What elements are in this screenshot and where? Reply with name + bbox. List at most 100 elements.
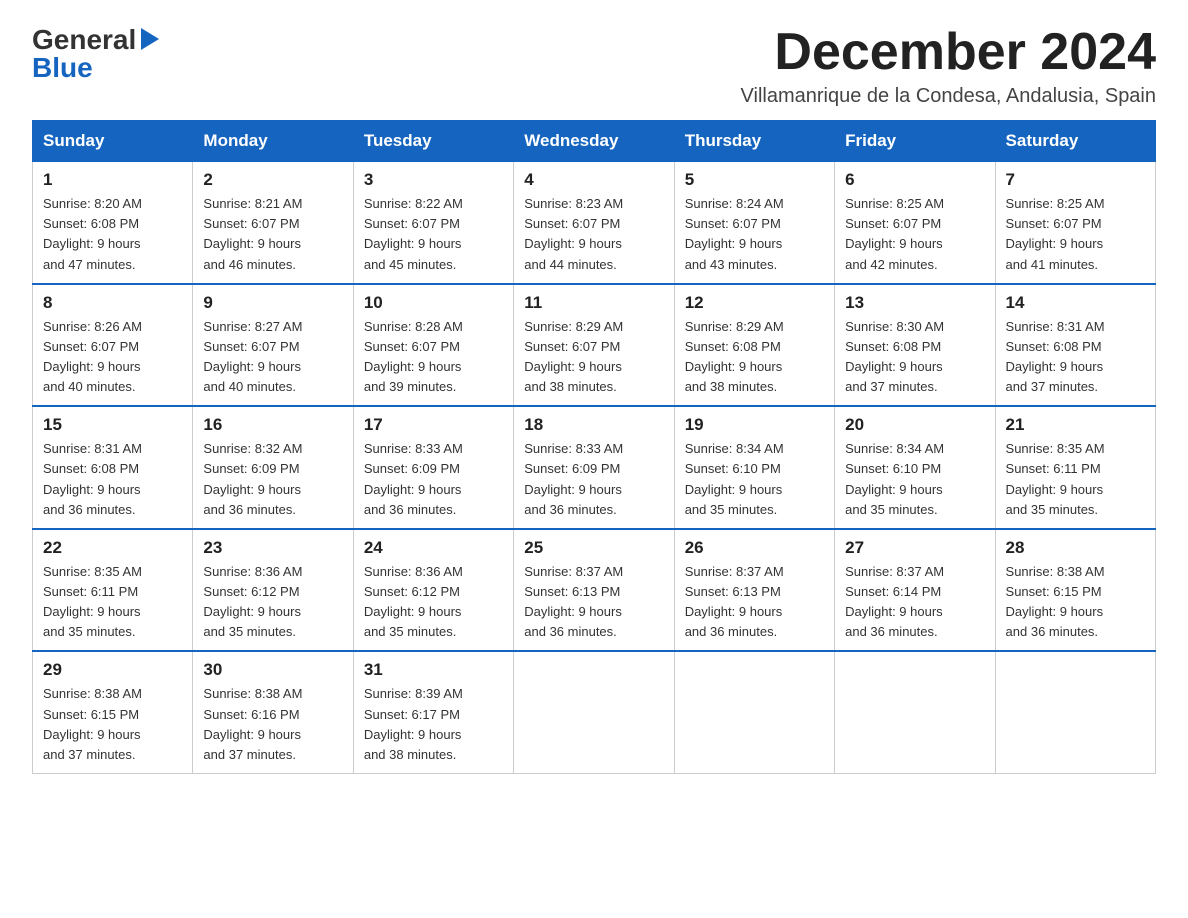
day-number: 29 (43, 660, 182, 680)
day-info: Sunrise: 8:22 AMSunset: 6:07 PMDaylight:… (364, 194, 503, 275)
day-number: 11 (524, 293, 663, 313)
day-info: Sunrise: 8:29 AMSunset: 6:08 PMDaylight:… (685, 317, 824, 398)
calendar-day-cell (514, 651, 674, 773)
day-info: Sunrise: 8:38 AMSunset: 6:15 PMDaylight:… (1006, 562, 1145, 643)
day-info: Sunrise: 8:21 AMSunset: 6:07 PMDaylight:… (203, 194, 342, 275)
day-info: Sunrise: 8:38 AMSunset: 6:15 PMDaylight:… (43, 684, 182, 765)
day-number: 30 (203, 660, 342, 680)
col-tuesday: Tuesday (353, 121, 513, 162)
day-number: 15 (43, 415, 182, 435)
day-number: 1 (43, 170, 182, 190)
calendar-day-cell: 2 Sunrise: 8:21 AMSunset: 6:07 PMDaylight… (193, 162, 353, 284)
calendar-week-row: 15Sunrise: 8:31 AMSunset: 6:08 PMDayligh… (33, 406, 1156, 529)
day-number: 2 (203, 170, 342, 190)
col-thursday: Thursday (674, 121, 834, 162)
calendar-day-cell: 29 Sunrise: 8:38 AMSunset: 6:15 PMDayligh… (33, 651, 193, 773)
calendar-day-cell: 18 Sunrise: 8:33 AMSunset: 6:09 PMDayligh… (514, 406, 674, 529)
day-number: 7 (1006, 170, 1145, 190)
calendar-day-cell: 5 Sunrise: 8:24 AMSunset: 6:07 PMDaylight… (674, 162, 834, 284)
calendar-table: Sunday Monday Tuesday Wednesday Thursday… (32, 120, 1156, 774)
calendar-day-cell (835, 651, 995, 773)
calendar-day-cell (674, 651, 834, 773)
calendar-week-row: 22 Sunrise: 8:35 AMSunset: 6:11 PMDayligh… (33, 529, 1156, 652)
day-info: Sunrise: 8:35 AMSunset: 6:11 PMDaylight:… (1006, 439, 1145, 520)
day-number: 4 (524, 170, 663, 190)
calendar-day-cell: 17Sunrise: 8:33 AMSunset: 6:09 PMDayligh… (353, 406, 513, 529)
day-info: Sunrise: 8:37 AMSunset: 6:13 PMDaylight:… (524, 562, 663, 643)
calendar-week-row: 1 Sunrise: 8:20 AMSunset: 6:08 PMDaylight… (33, 162, 1156, 284)
day-number: 14 (1006, 293, 1145, 313)
calendar-day-cell: 30 Sunrise: 8:38 AMSunset: 6:16 PMDayligh… (193, 651, 353, 773)
day-number: 25 (524, 538, 663, 558)
logo-arrow-icon (138, 28, 159, 52)
day-info: Sunrise: 8:37 AMSunset: 6:13 PMDaylight:… (685, 562, 824, 643)
day-info: Sunrise: 8:36 AMSunset: 6:12 PMDaylight:… (203, 562, 342, 643)
day-number: 5 (685, 170, 824, 190)
calendar-day-cell: 21 Sunrise: 8:35 AMSunset: 6:11 PMDayligh… (995, 406, 1155, 529)
calendar-day-cell: 3 Sunrise: 8:22 AMSunset: 6:07 PMDaylight… (353, 162, 513, 284)
day-info: Sunrise: 8:25 AMSunset: 6:07 PMDaylight:… (845, 194, 984, 275)
day-info: Sunrise: 8:34 AMSunset: 6:10 PMDaylight:… (685, 439, 824, 520)
day-number: 27 (845, 538, 984, 558)
day-number: 22 (43, 538, 182, 558)
day-info: Sunrise: 8:26 AMSunset: 6:07 PMDaylight:… (43, 317, 182, 398)
calendar-day-cell: 31Sunrise: 8:39 AMSunset: 6:17 PMDayligh… (353, 651, 513, 773)
day-info: Sunrise: 8:37 AMSunset: 6:14 PMDaylight:… (845, 562, 984, 643)
calendar-day-cell: 23 Sunrise: 8:36 AMSunset: 6:12 PMDayligh… (193, 529, 353, 652)
calendar-day-cell: 24 Sunrise: 8:36 AMSunset: 6:12 PMDayligh… (353, 529, 513, 652)
page-header: General Blue December 2024 Villamanrique… (32, 24, 1156, 108)
month-title: December 2024 (741, 24, 1156, 81)
day-number: 21 (1006, 415, 1145, 435)
calendar-day-cell: 7Sunrise: 8:25 AMSunset: 6:07 PMDaylight… (995, 162, 1155, 284)
calendar-day-cell: 26 Sunrise: 8:37 AMSunset: 6:13 PMDayligh… (674, 529, 834, 652)
day-number: 23 (203, 538, 342, 558)
day-number: 13 (845, 293, 984, 313)
day-info: Sunrise: 8:32 AMSunset: 6:09 PMDaylight:… (203, 439, 342, 520)
calendar-day-cell: 4 Sunrise: 8:23 AMSunset: 6:07 PMDaylight… (514, 162, 674, 284)
calendar-week-row: 29 Sunrise: 8:38 AMSunset: 6:15 PMDayligh… (33, 651, 1156, 773)
day-info: Sunrise: 8:33 AMSunset: 6:09 PMDaylight:… (364, 439, 503, 520)
day-info: Sunrise: 8:20 AMSunset: 6:08 PMDaylight:… (43, 194, 182, 275)
calendar-day-cell: 27 Sunrise: 8:37 AMSunset: 6:14 PMDayligh… (835, 529, 995, 652)
calendar-day-cell: 14 Sunrise: 8:31 AMSunset: 6:08 PMDayligh… (995, 284, 1155, 407)
day-info: Sunrise: 8:35 AMSunset: 6:11 PMDaylight:… (43, 562, 182, 643)
calendar-week-row: 8 Sunrise: 8:26 AMSunset: 6:07 PMDaylight… (33, 284, 1156, 407)
calendar-day-cell: 16 Sunrise: 8:32 AMSunset: 6:09 PMDayligh… (193, 406, 353, 529)
day-info: Sunrise: 8:31 AMSunset: 6:08 PMDaylight:… (1006, 317, 1145, 398)
day-info: Sunrise: 8:24 AMSunset: 6:07 PMDaylight:… (685, 194, 824, 275)
day-info: Sunrise: 8:27 AMSunset: 6:07 PMDaylight:… (203, 317, 342, 398)
day-info: Sunrise: 8:38 AMSunset: 6:16 PMDaylight:… (203, 684, 342, 765)
calendar-day-cell: 25 Sunrise: 8:37 AMSunset: 6:13 PMDayligh… (514, 529, 674, 652)
day-number: 26 (685, 538, 824, 558)
day-number: 16 (203, 415, 342, 435)
day-info: Sunrise: 8:33 AMSunset: 6:09 PMDaylight:… (524, 439, 663, 520)
day-number: 28 (1006, 538, 1145, 558)
day-number: 20 (845, 415, 984, 435)
day-number: 9 (203, 293, 342, 313)
day-number: 24 (364, 538, 503, 558)
day-info: Sunrise: 8:23 AMSunset: 6:07 PMDaylight:… (524, 194, 663, 275)
day-info: Sunrise: 8:29 AMSunset: 6:07 PMDaylight:… (524, 317, 663, 398)
title-area: December 2024 Villamanrique de la Condes… (741, 24, 1156, 108)
day-number: 18 (524, 415, 663, 435)
calendar-day-cell: 10Sunrise: 8:28 AMSunset: 6:07 PMDayligh… (353, 284, 513, 407)
day-number: 10 (364, 293, 503, 313)
day-info: Sunrise: 8:36 AMSunset: 6:12 PMDaylight:… (364, 562, 503, 643)
location-subtitle: Villamanrique de la Condesa, Andalusia, … (741, 85, 1156, 108)
calendar-day-cell: 15Sunrise: 8:31 AMSunset: 6:08 PMDayligh… (33, 406, 193, 529)
logo: General Blue (32, 24, 159, 84)
day-info: Sunrise: 8:34 AMSunset: 6:10 PMDaylight:… (845, 439, 984, 520)
calendar-day-cell: 22 Sunrise: 8:35 AMSunset: 6:11 PMDayligh… (33, 529, 193, 652)
calendar-day-cell: 11 Sunrise: 8:29 AMSunset: 6:07 PMDayligh… (514, 284, 674, 407)
logo-blue: Blue (32, 52, 93, 83)
calendar-day-cell: 6Sunrise: 8:25 AMSunset: 6:07 PMDaylight… (835, 162, 995, 284)
calendar-day-cell: 20 Sunrise: 8:34 AMSunset: 6:10 PMDayligh… (835, 406, 995, 529)
calendar-day-cell (995, 651, 1155, 773)
day-number: 3 (364, 170, 503, 190)
calendar-day-cell: 9 Sunrise: 8:27 AMSunset: 6:07 PMDaylight… (193, 284, 353, 407)
calendar-day-cell: 8 Sunrise: 8:26 AMSunset: 6:07 PMDaylight… (33, 284, 193, 407)
day-number: 8 (43, 293, 182, 313)
col-wednesday: Wednesday (514, 121, 674, 162)
day-number: 31 (364, 660, 503, 680)
col-sunday: Sunday (33, 121, 193, 162)
